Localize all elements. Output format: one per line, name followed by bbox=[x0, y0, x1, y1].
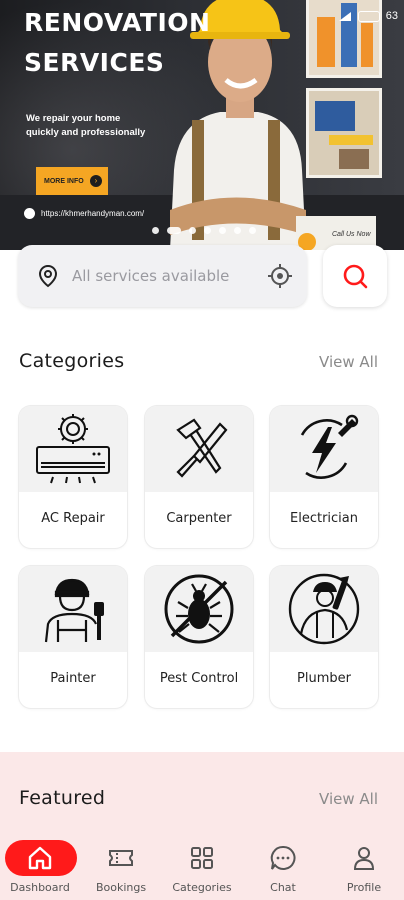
nav-item-bookings[interactable]: Bookings bbox=[81, 834, 161, 900]
arrow-right-icon: › bbox=[90, 175, 102, 187]
featured-view-all-link[interactable]: View All bbox=[319, 790, 378, 808]
plumber-icon bbox=[288, 573, 360, 645]
link-icon bbox=[24, 208, 35, 219]
nav-item-dashboard[interactable]: Dashboard bbox=[0, 834, 80, 900]
chat-icon bbox=[270, 845, 296, 870]
ticket-icon bbox=[109, 850, 133, 866]
featured-title: Featured bbox=[19, 787, 106, 809]
nav-label: Chat bbox=[270, 881, 296, 894]
painter-icon bbox=[44, 578, 104, 643]
categories-view-all-link[interactable]: View All bbox=[319, 353, 378, 371]
carousel-dot[interactable] bbox=[219, 227, 226, 234]
user-icon bbox=[353, 847, 375, 870]
hero-subtitle-line1: We repair your home bbox=[26, 113, 121, 124]
handyman-photo bbox=[170, 0, 306, 250]
home-icon bbox=[28, 846, 52, 870]
category-label: Electrician bbox=[290, 511, 358, 526]
signal-icon bbox=[338, 11, 351, 21]
search-bar bbox=[18, 245, 307, 307]
carousel-dot[interactable] bbox=[249, 227, 256, 234]
nav-item-categories[interactable]: Categories bbox=[162, 834, 242, 900]
carpenter-tools-icon bbox=[176, 418, 228, 478]
tools-photo bbox=[309, 91, 379, 175]
location-pin-icon[interactable] bbox=[38, 264, 58, 288]
more-info-button[interactable]: MORE INFO › bbox=[36, 167, 108, 195]
gps-target-icon[interactable] bbox=[267, 263, 293, 289]
more-info-label: MORE INFO bbox=[44, 177, 84, 185]
bottom-navigation: Dashboard Bookings Categories Chat Profi… bbox=[0, 834, 404, 900]
nav-label: Bookings bbox=[95, 881, 147, 894]
grid-icon bbox=[191, 847, 213, 869]
category-card-ac-repair[interactable]: AC Repair bbox=[19, 406, 127, 548]
nav-label: Profile bbox=[346, 881, 382, 894]
hero-title-line2: SERVICES bbox=[24, 48, 165, 77]
search-input[interactable] bbox=[72, 267, 267, 285]
carousel-indicator bbox=[152, 227, 256, 234]
hero-subtitle-line2: quickly and professionally bbox=[26, 127, 146, 138]
hero-url: https://khmerhandyman.com/ bbox=[24, 208, 144, 219]
nav-label: Dashboard bbox=[10, 881, 70, 894]
hero-banner[interactable]: RENOVATION SERVICES We repair your home … bbox=[0, 0, 404, 250]
hero-title-line1: RENOVATION bbox=[24, 8, 211, 37]
category-label: Carpenter bbox=[166, 511, 232, 526]
category-card-plumber[interactable]: Plumber bbox=[270, 566, 378, 708]
status-bar: 63 bbox=[338, 10, 398, 22]
category-label: Plumber bbox=[297, 671, 351, 686]
category-label: Pest Control bbox=[159, 671, 239, 686]
carousel-dot[interactable] bbox=[152, 227, 159, 234]
carousel-dot-active[interactable] bbox=[167, 227, 181, 234]
search-button[interactable] bbox=[323, 245, 387, 307]
battery-icon bbox=[357, 10, 380, 22]
category-label: Painter bbox=[50, 671, 96, 686]
category-card-carpenter[interactable]: Carpenter bbox=[145, 406, 253, 548]
battery-level: 63 bbox=[385, 10, 398, 22]
ac-repair-icon bbox=[36, 414, 110, 484]
electrician-icon bbox=[300, 414, 359, 479]
hero-url-text: https://khmerhandyman.com/ bbox=[41, 209, 145, 218]
nav-label: Categories bbox=[172, 881, 232, 894]
category-card-electrician[interactable]: Electrician bbox=[270, 406, 378, 548]
carousel-dot[interactable] bbox=[189, 227, 196, 234]
categories-title: Categories bbox=[19, 350, 125, 372]
carousel-dot[interactable] bbox=[204, 227, 211, 234]
search-icon bbox=[343, 264, 368, 289]
category-label: AC Repair bbox=[41, 511, 105, 526]
category-card-painter[interactable]: Painter bbox=[19, 566, 127, 708]
nav-item-chat[interactable]: Chat bbox=[243, 834, 323, 900]
category-card-pest-control[interactable]: Pest Control bbox=[145, 566, 253, 708]
nav-item-profile[interactable]: Profile bbox=[324, 834, 404, 900]
photo-frame-bottom bbox=[306, 88, 382, 178]
carousel-dot[interactable] bbox=[234, 227, 241, 234]
call-us-label: Call Us Now bbox=[332, 231, 371, 238]
pest-control-icon bbox=[164, 574, 234, 644]
